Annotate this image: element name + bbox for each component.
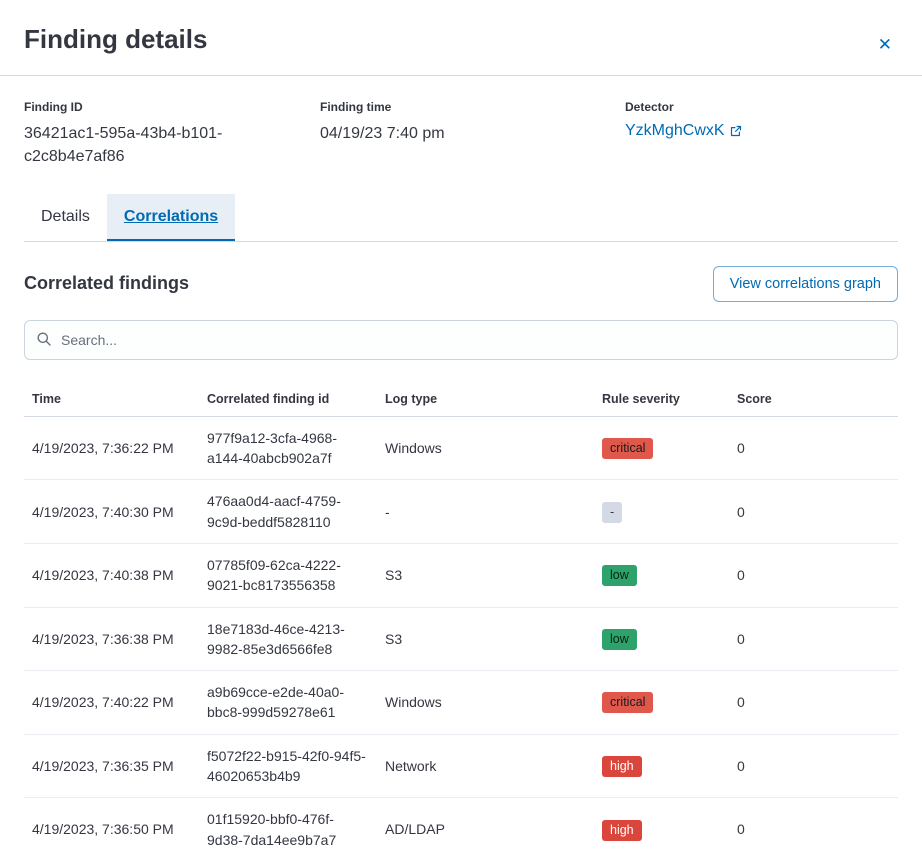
search-bar: [24, 320, 898, 360]
cell-rule-severity: high: [594, 734, 729, 798]
severity-badge: high: [602, 820, 642, 841]
cell-score: 0: [729, 480, 898, 544]
cell-correlated-finding-id: f5072f22-b915-42f0-94f5-46020653b4b9: [199, 734, 377, 798]
table-row[interactable]: 4/19/2023, 7:36:38 PM 18e7183d-46ce-4213…: [24, 607, 898, 671]
correlated-findings-header: Correlated findings View correlations gr…: [24, 266, 898, 302]
cell-rule-severity: critical: [594, 416, 729, 480]
severity-badge: low: [602, 629, 637, 650]
cell-time: 4/19/2023, 7:36:35 PM: [24, 734, 199, 798]
severity-badge: -: [602, 502, 622, 523]
table-row[interactable]: 4/19/2023, 7:36:50 PM 01f15920-bbf0-476f…: [24, 798, 898, 855]
detector-link-text: YzkMghCwxK: [625, 122, 725, 140]
cell-time: 4/19/2023, 7:40:38 PM: [24, 543, 199, 607]
findings-table-body: 4/19/2023, 7:36:22 PM 977f9a12-3cfa-4968…: [24, 416, 898, 855]
severity-badge: low: [602, 565, 637, 586]
detector-link[interactable]: YzkMghCwxK: [625, 122, 742, 140]
cell-rule-severity: critical: [594, 671, 729, 735]
severity-badge: critical: [602, 692, 653, 713]
table-header-row: TimeCorrelated finding idLog typeRule se…: [24, 382, 898, 417]
detector-block: Detector YzkMghCwxK: [625, 100, 898, 168]
search-icon: [36, 331, 52, 347]
cell-score: 0: [729, 798, 898, 855]
cell-correlated-finding-id: a9b69cce-e2de-40a0-bbc8-999d59278e61: [199, 671, 377, 735]
finding-details-panel: Finding details ✕ Finding ID 36421ac1-59…: [0, 0, 922, 855]
finding-id-block: Finding ID 36421ac1-595a-43b4-b101-c2c8b…: [24, 100, 320, 168]
cell-rule-severity: low: [594, 607, 729, 671]
cell-score: 0: [729, 607, 898, 671]
cell-correlated-finding-id: 476aa0d4-aacf-4759-9c9d-beddf5828110: [199, 480, 377, 544]
page-title: Finding details: [24, 24, 207, 55]
cell-score: 0: [729, 543, 898, 607]
cell-correlated-finding-id: 01f15920-bbf0-476f-9d38-7da14ee9b7a7: [199, 798, 377, 855]
cell-correlated-finding-id: 18e7183d-46ce-4213-9982-85e3d6566fe8: [199, 607, 377, 671]
column-header: Rule severity: [594, 382, 729, 417]
column-header: Score: [729, 382, 898, 417]
finding-meta: Finding ID 36421ac1-595a-43b4-b101-c2c8b…: [24, 100, 898, 168]
table-row[interactable]: 4/19/2023, 7:36:35 PM f5072f22-b915-42f0…: [24, 734, 898, 798]
column-header: Time: [24, 382, 199, 417]
cell-time: 4/19/2023, 7:36:38 PM: [24, 607, 199, 671]
finding-id-value: 36421ac1-595a-43b4-b101-c2c8b4e7af86: [24, 122, 269, 168]
cell-log-type: Windows: [377, 416, 594, 480]
tab-correlations[interactable]: Correlations: [107, 194, 235, 240]
panel-header: Finding details ✕: [0, 0, 922, 76]
cell-score: 0: [729, 734, 898, 798]
finding-time-label: Finding time: [320, 100, 625, 114]
table-row[interactable]: 4/19/2023, 7:40:38 PM 07785f09-62ca-4222…: [24, 543, 898, 607]
cell-time: 4/19/2023, 7:36:22 PM: [24, 416, 199, 480]
close-icon[interactable]: ✕: [872, 30, 898, 59]
cell-rule-severity: high: [594, 798, 729, 855]
cell-log-type: -: [377, 480, 594, 544]
column-header: Correlated finding id: [199, 382, 377, 417]
cell-rule-severity: low: [594, 543, 729, 607]
external-link-icon: [730, 125, 742, 137]
table-row[interactable]: 4/19/2023, 7:36:22 PM 977f9a12-3cfa-4968…: [24, 416, 898, 480]
panel-content: Finding ID 36421ac1-595a-43b4-b101-c2c8b…: [0, 76, 922, 855]
tab-details[interactable]: Details: [24, 194, 107, 240]
severity-badge: critical: [602, 438, 653, 459]
cell-correlated-finding-id: 07785f09-62ca-4222-9021-bc8173556358: [199, 543, 377, 607]
tabs: Details Correlations: [24, 194, 898, 241]
cell-rule-severity: -: [594, 480, 729, 544]
cell-time: 4/19/2023, 7:40:22 PM: [24, 671, 199, 735]
detector-label: Detector: [625, 100, 898, 114]
cell-time: 4/19/2023, 7:36:50 PM: [24, 798, 199, 855]
cell-time: 4/19/2023, 7:40:30 PM: [24, 480, 199, 544]
cell-correlated-finding-id: 977f9a12-3cfa-4968-a144-40abcb902a7f: [199, 416, 377, 480]
cell-log-type: S3: [377, 543, 594, 607]
search-input[interactable]: [24, 320, 898, 360]
correlated-findings-table: TimeCorrelated finding idLog typeRule se…: [24, 382, 898, 855]
cell-log-type: Network: [377, 734, 594, 798]
finding-time-value: 04/19/23 7:40 pm: [320, 122, 565, 145]
table-row[interactable]: 4/19/2023, 7:40:30 PM 476aa0d4-aacf-4759…: [24, 480, 898, 544]
finding-id-label: Finding ID: [24, 100, 320, 114]
severity-badge: high: [602, 756, 642, 777]
section-title: Correlated findings: [24, 273, 189, 294]
cell-score: 0: [729, 671, 898, 735]
cell-log-type: AD/LDAP: [377, 798, 594, 855]
column-header: Log type: [377, 382, 594, 417]
cell-score: 0: [729, 416, 898, 480]
cell-log-type: Windows: [377, 671, 594, 735]
table-row[interactable]: 4/19/2023, 7:40:22 PM a9b69cce-e2de-40a0…: [24, 671, 898, 735]
view-correlations-graph-button[interactable]: View correlations graph: [713, 266, 898, 302]
finding-time-block: Finding time 04/19/23 7:40 pm: [320, 100, 625, 168]
cell-log-type: S3: [377, 607, 594, 671]
